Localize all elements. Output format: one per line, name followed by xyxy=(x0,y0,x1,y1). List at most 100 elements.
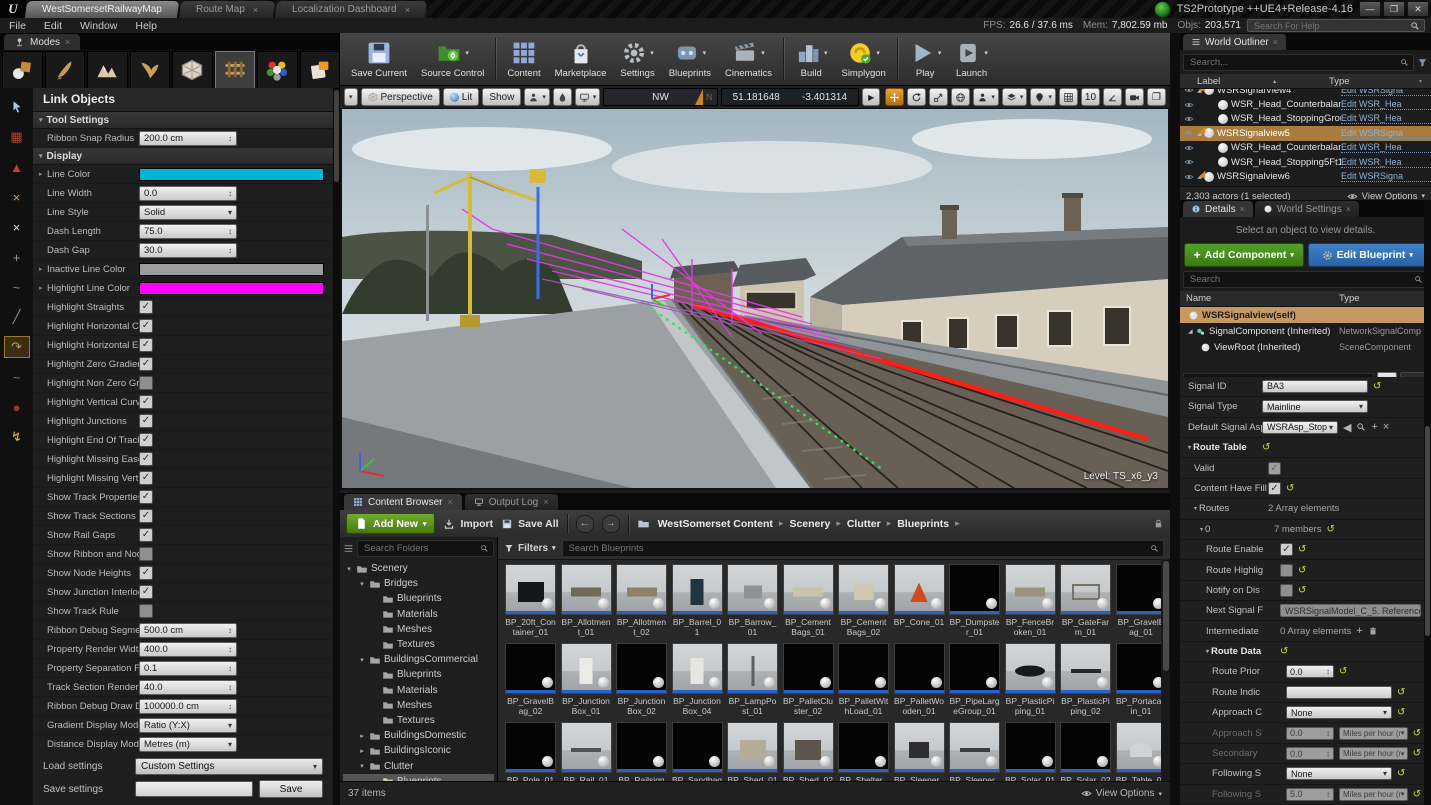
reset-to-default-icon[interactable]: ↺ xyxy=(1280,646,1288,657)
maximize-button[interactable]: ❐ xyxy=(1383,1,1405,17)
spinner-icon[interactable]: ↕ xyxy=(228,134,232,143)
toolbar-simplygon-button[interactable]: ▾Simplygon xyxy=(834,38,892,81)
spinner-icon[interactable]: ↕ xyxy=(228,683,232,692)
close-icon[interactable]: × xyxy=(1240,204,1245,214)
forward-button[interactable]: → xyxy=(602,515,620,533)
edit-actor-link[interactable]: Edit WSRSigna xyxy=(1341,128,1431,139)
edit-actor-link[interactable]: Edit WSR_Hea xyxy=(1341,113,1431,124)
camera-speed-button[interactable] xyxy=(1125,88,1144,106)
panel-divider[interactable] xyxy=(1170,33,1180,805)
asset-tile[interactable]: BP_Cone_01 xyxy=(894,564,945,637)
checkbox[interactable]: ✓ xyxy=(139,585,153,599)
spinner-icon[interactable]: ↕ xyxy=(228,189,232,198)
close-icon[interactable]: × xyxy=(253,5,258,15)
folder-item-buildingsiconic[interactable]: ▸BuildingsIconic xyxy=(343,743,494,758)
rotate-tool-button[interactable] xyxy=(907,88,926,106)
filter-icon[interactable] xyxy=(1417,57,1428,68)
compass-widget[interactable]: NW N xyxy=(603,88,717,106)
asset-grid-scrollbar[interactable] xyxy=(1161,559,1170,782)
checkbox[interactable]: ✓ xyxy=(1268,462,1281,475)
edit-actor-link[interactable]: Edit WSR_Hea xyxy=(1341,99,1431,110)
number-field[interactable]: 0.0↕ xyxy=(139,186,237,201)
breadcrumb-westsomerset-content[interactable]: WestSomerset Content xyxy=(658,518,773,530)
perspective-button[interactable]: Perspective xyxy=(361,88,440,106)
checkbox[interactable]: ✓ xyxy=(139,300,153,314)
checkbox[interactable] xyxy=(1280,584,1293,597)
folder-item-materials[interactable]: Materials xyxy=(343,683,494,698)
component-search-box[interactable] xyxy=(1183,271,1428,288)
outliner-row-wsr-head-counterbalance[interactable]: WSR_Head_CounterbalanceEdit WSR_Hea xyxy=(1180,97,1431,111)
asset-tile[interactable]: BP_PlasticPiping_02 xyxy=(1060,643,1111,716)
visibility-eye-icon[interactable] xyxy=(1180,114,1197,124)
tab-geometry-mode[interactable] xyxy=(172,51,213,89)
checkbox[interactable]: ✓ xyxy=(139,414,153,428)
search-assets-input[interactable] xyxy=(567,542,1147,555)
checkbox[interactable] xyxy=(139,547,153,561)
close-icon[interactable]: × xyxy=(1273,37,1278,47)
checkbox[interactable]: ✓ xyxy=(139,471,153,485)
reset-to-default-icon[interactable]: ↺ xyxy=(1298,585,1306,596)
tool-settings-header[interactable]: ▾ Tool Settings xyxy=(33,112,333,129)
spinner-icon[interactable]: ↕ xyxy=(228,664,232,673)
select-tool-button[interactable] xyxy=(4,96,30,118)
asset-tile[interactable]: BP_PalletCluster_02 xyxy=(783,643,834,716)
checkbox[interactable] xyxy=(139,376,153,390)
speed-value-field[interactable]: 5.0↕ xyxy=(1286,788,1334,801)
asset-tile[interactable]: BP_Barrel_01 xyxy=(672,564,723,637)
link-tool-button[interactable]: ↷ xyxy=(4,336,30,358)
checkbox[interactable]: ✓ xyxy=(1280,543,1293,556)
visibility-eye-icon[interactable] xyxy=(1180,100,1197,110)
expander-icon[interactable]: ▾ xyxy=(1188,444,1191,451)
number-field[interactable]: 400.0↕ xyxy=(139,642,237,657)
expander-icon[interactable]: ▸ xyxy=(358,732,366,740)
expander-icon[interactable]: ▾ xyxy=(358,656,366,664)
asset-tile[interactable]: BP_LampPost_01 xyxy=(727,643,778,716)
folder-item-buildingsdomestic[interactable]: ▸BuildingsDomestic xyxy=(343,728,494,743)
minimize-button[interactable]: — xyxy=(1359,1,1381,17)
marker-tool-button[interactable]: ▲ xyxy=(4,156,30,178)
details-scrollbar[interactable] xyxy=(1424,200,1431,805)
screen-layout-button[interactable]: ▾ xyxy=(575,88,601,106)
folder-item-textures[interactable]: Textures xyxy=(343,637,494,652)
close-icon[interactable]: × xyxy=(1346,204,1351,214)
help-search[interactable] xyxy=(1247,19,1425,32)
number-field[interactable]: 75.0↕ xyxy=(139,224,237,239)
reset-to-default-icon[interactable]: ↺ xyxy=(1413,728,1421,739)
dropdown-field[interactable]: Ratio (Y:X)▾ xyxy=(139,718,237,733)
asset-tile[interactable]: BP_JunctionBox_04 xyxy=(672,643,723,716)
titlebar-tab-westsomersetrailwaymap[interactable]: WestSomersetRailwayMap xyxy=(25,1,179,18)
expander-icon[interactable]: ▾ xyxy=(1206,648,1209,655)
location-snap-button[interactable]: ▾ xyxy=(1030,88,1056,106)
signal-tool-button[interactable]: ↯ xyxy=(4,426,30,448)
asset-tile[interactable]: BP_JunctionBox_01 xyxy=(561,643,612,716)
display-header[interactable]: ▾ Display xyxy=(33,148,333,165)
asset-tile[interactable]: BP_CementBags_01 xyxy=(783,564,834,637)
asset-tile[interactable]: BP_GravelBag_02 xyxy=(505,643,556,716)
toolbar-build-button[interactable]: ▾Build xyxy=(788,38,835,81)
scale-tool-button[interactable] xyxy=(929,88,948,106)
dropdown-field[interactable]: Solid▾ xyxy=(139,205,237,220)
spinner-icon[interactable]: ↕ xyxy=(228,645,232,654)
asset-tile[interactable]: BP_Sandbag_01 xyxy=(672,722,723,782)
expander-icon[interactable]: ▾ xyxy=(345,565,353,573)
checkbox[interactable]: ✓ xyxy=(139,566,153,580)
tab-world-outliner[interactable]: World Outliner × xyxy=(1183,34,1286,50)
tab-world-settings[interactable]: World Settings× xyxy=(1255,201,1359,217)
titlebar-tab-localization-dashboard[interactable]: Localization Dashboard× xyxy=(275,1,427,18)
visibility-eye-icon[interactable] xyxy=(1180,172,1197,182)
dropdown-field[interactable]: Metres (m)▾ xyxy=(139,737,237,752)
toolbar-cinematics-button[interactable]: ▾Cinematics xyxy=(718,38,779,81)
translate-tool-button[interactable] xyxy=(885,88,904,106)
asset-tile[interactable]: BP_Railsign_01 xyxy=(616,722,667,782)
text-field[interactable] xyxy=(1286,686,1392,699)
search-assets-box[interactable] xyxy=(562,540,1164,557)
import-button[interactable]: Import xyxy=(443,518,493,530)
outliner-row-wsrsignalview6[interactable]: ◢WSRSignalview6Edit WSRSigna xyxy=(1180,169,1431,183)
checkbox[interactable]: ✓ xyxy=(139,433,153,447)
surface-snap-button[interactable]: ▾ xyxy=(973,88,999,106)
asset-tile[interactable]: BP_20ft_Container_01 xyxy=(505,564,556,637)
asset-tile[interactable]: BP_Solar_02 xyxy=(1060,722,1111,782)
expander-icon[interactable]: ▾ xyxy=(358,762,366,770)
reset-to-default-icon[interactable]: ↺ xyxy=(1286,483,1294,494)
edit-actor-link[interactable]: Edit WSRSigna xyxy=(1341,89,1431,96)
